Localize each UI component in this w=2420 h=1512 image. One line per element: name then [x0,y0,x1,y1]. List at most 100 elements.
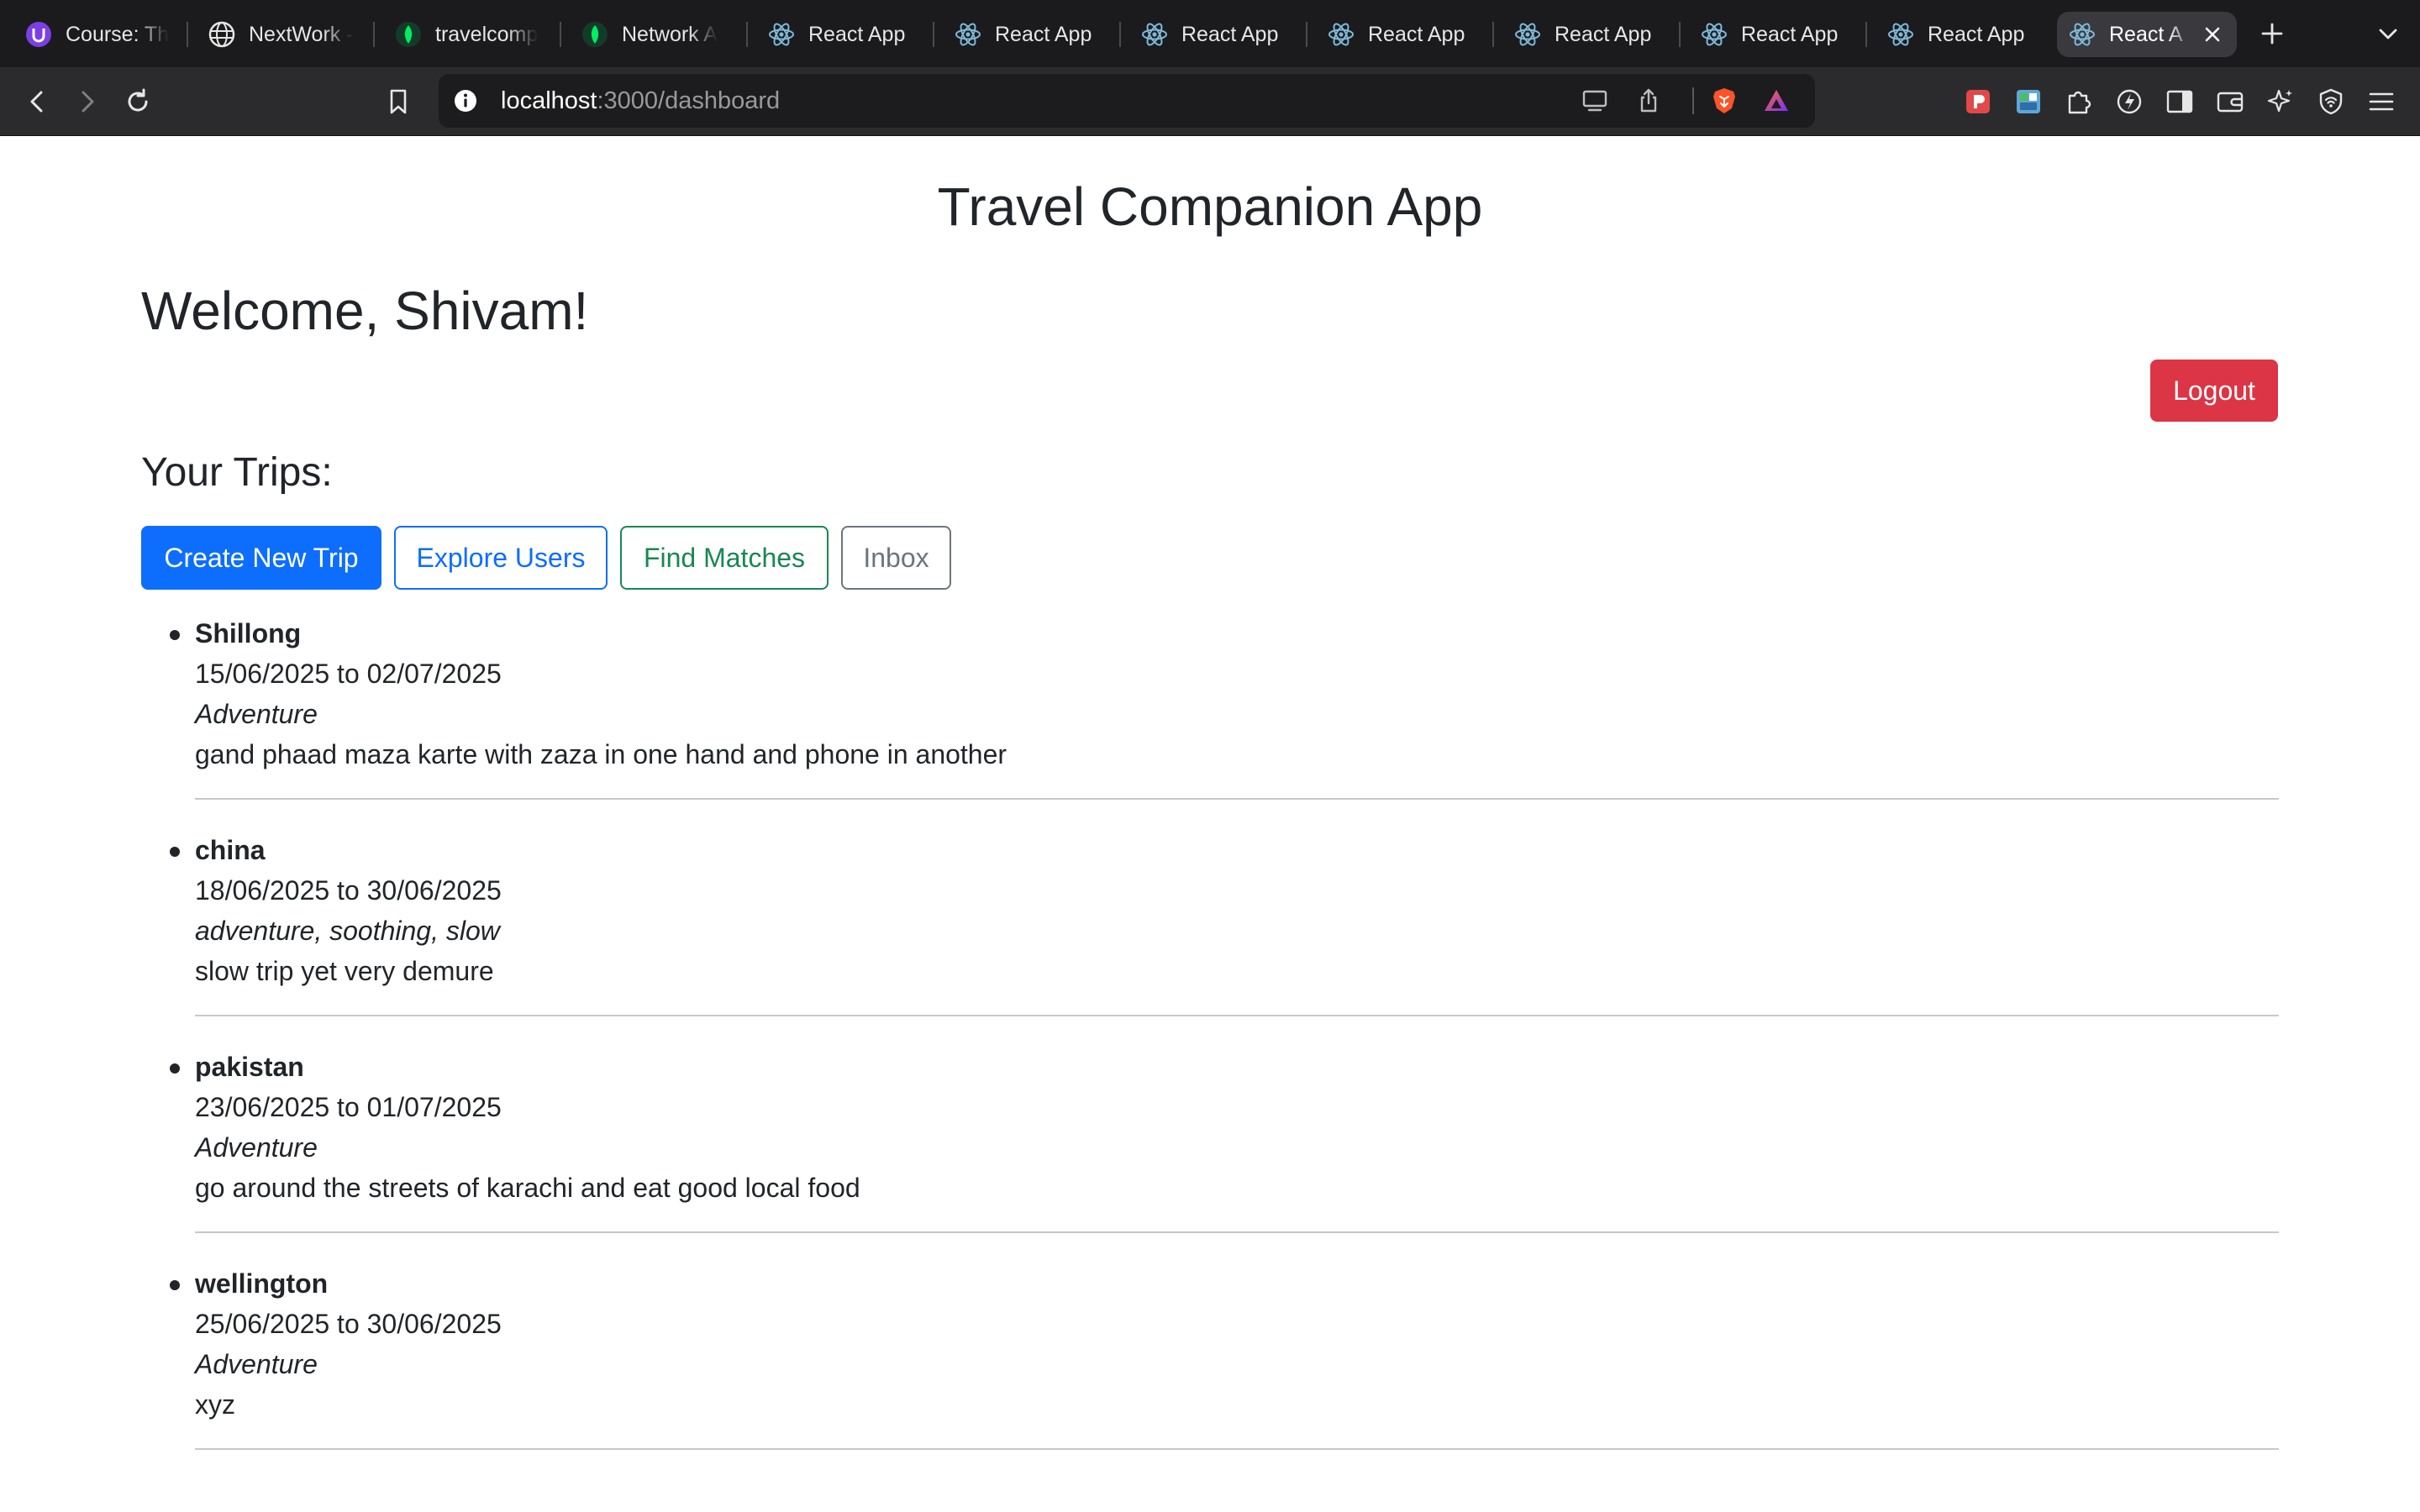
tab-separator [1679,22,1681,47]
browser-tab[interactable]: React App [1689,12,1865,57]
trip-dates: 23/06/2025 to 01/07/2025 [195,1092,502,1122]
explore-users-button[interactable]: Explore Users [394,526,608,590]
tab-separator [187,22,188,47]
browser-tab[interactable]: travelcomp [383,12,551,57]
tab-title: travelcomp [435,22,539,46]
brave-rewards-icon[interactable] [1760,84,1793,118]
trip-divider [195,1448,2279,1450]
browser-tab[interactable]: Network A [570,12,738,57]
browser-tab[interactable]: Course: Th [13,12,178,57]
tab-title: React App [1928,22,2025,46]
logout-button[interactable]: Logout [2150,360,2278,422]
trip-dates: 25/06/2025 to 30/06/2025 [195,1309,502,1339]
react-icon [1328,21,1355,48]
trip-destination: wellington [195,1268,329,1299]
browser-toolbar: localhost:3000/dashboard [0,67,2420,136]
browser-tab[interactable]: React App [943,12,1119,57]
find-matches-button[interactable]: Find Matches [620,526,829,590]
trip-description: slow trip yet very demure [195,956,494,986]
tab-title: React App [1741,22,1839,46]
trip-list: Shillong 15/06/2025 to 02/07/2025 Advent… [170,613,2279,1480]
tab-separator [560,22,561,47]
puzzle-icon[interactable] [2059,81,2099,122]
extension-green-icon[interactable] [2008,81,2049,122]
forward-arrow-icon[interactable] [67,81,108,122]
menu-hamburger-icon[interactable] [2361,81,2402,122]
mongodb-leaf-icon [395,21,422,48]
new-tab-plus-icon[interactable] [2257,18,2287,49]
trip-description: gand phaad maza karte with zaza in one h… [195,739,1007,769]
list-bullet [170,630,180,640]
url-text[interactable]: localhost:3000/dashboard [501,74,780,128]
globe-icon [208,21,235,48]
tab-title: React App [1555,22,1652,46]
sidebar-toggle-icon[interactable] [2160,81,2200,122]
vpn-shield-icon[interactable] [2311,81,2351,122]
url-host: localhost [501,87,597,114]
trip-type: Adventure [195,699,318,729]
trip-description: go around the streets of karachi and eat… [195,1173,860,1203]
inbox-button[interactable]: Inbox [841,526,951,590]
bookmark-icon[interactable] [378,81,418,122]
brave-shields-icon[interactable] [1707,84,1741,118]
trip-destination: china [195,835,266,865]
tab-title: React A [2109,22,2183,46]
trips-heading: Your Trips: [141,450,333,495]
welcome-heading: Welcome, Shivam! [141,281,589,341]
browser-tab[interactable]: React App [756,12,933,57]
cast-icon[interactable] [1578,84,1612,118]
browser-tab[interactable]: React App [1129,12,1306,57]
wallet-icon[interactable] [2210,81,2250,122]
trip-dates: 15/06/2025 to 02/07/2025 [195,659,502,689]
react-icon [1887,21,1914,48]
trip-item: wellington 25/06/2025 to 30/06/2025 Adve… [170,1263,2279,1480]
university-icon [25,21,52,48]
tab-title: React App [808,22,906,46]
list-bullet [170,847,180,857]
tab-title: React App [995,22,1092,46]
browser-tab[interactable]: React App [1876,12,2052,57]
info-icon[interactable] [449,84,482,118]
browser-tab[interactable]: React App [1316,12,1492,57]
list-bullet [170,1063,180,1074]
trip-divider [195,1231,2279,1233]
trip-destination: Shillong [195,618,302,648]
tab-separator [746,22,748,47]
address-divider [1692,87,1694,114]
react-icon [1701,21,1728,48]
trip-item: Shillong 15/06/2025 to 02/07/2025 Advent… [170,613,2279,830]
tab-title: React App [1368,22,1465,46]
reload-icon[interactable] [118,81,158,122]
trip-destination: pakistan [195,1052,304,1082]
create-trip-button[interactable]: Create New Trip [141,526,381,590]
extension-red-icon[interactable] [1958,81,1998,122]
browser-tab[interactable]: NextWork - [197,12,365,57]
chevron-down-icon[interactable] [2373,18,2403,49]
trip-dates: 18/06/2025 to 30/06/2025 [195,875,502,906]
tab-title: NextWork - [249,22,354,46]
sparkle-icon[interactable] [2260,81,2301,122]
tab-title: Course: Th [66,22,170,46]
address-bar[interactable]: localhost:3000/dashboard [439,74,1815,128]
browser-tab[interactable]: React App [1502,12,1679,57]
trip-type: Adventure [195,1132,318,1163]
leo-ai-icon[interactable] [2109,81,2149,122]
trip-type: adventure, soothing, slow [195,916,500,946]
back-arrow-icon[interactable] [17,81,57,122]
dashboard-page: Travel Companion App Welcome, Shivam! Lo… [0,136,2420,1512]
list-bullet [170,1280,180,1290]
tab-title: React App [1181,22,1279,46]
tab-title: Network A [622,22,718,46]
close-icon[interactable] [2200,22,2225,47]
tab-separator [1119,22,1121,47]
trip-type: Adventure [195,1349,318,1379]
tab-separator [933,22,934,47]
browser-tab-active[interactable]: React A [2057,12,2237,57]
tab-separator [373,22,375,47]
tab-separator [1865,22,1867,47]
tab-separator [1492,22,1494,47]
share-icon[interactable] [1632,84,1665,118]
react-icon [955,21,981,48]
react-icon [2069,21,2096,48]
trip-item: china 18/06/2025 to 30/06/2025 adventure… [170,830,2279,1047]
